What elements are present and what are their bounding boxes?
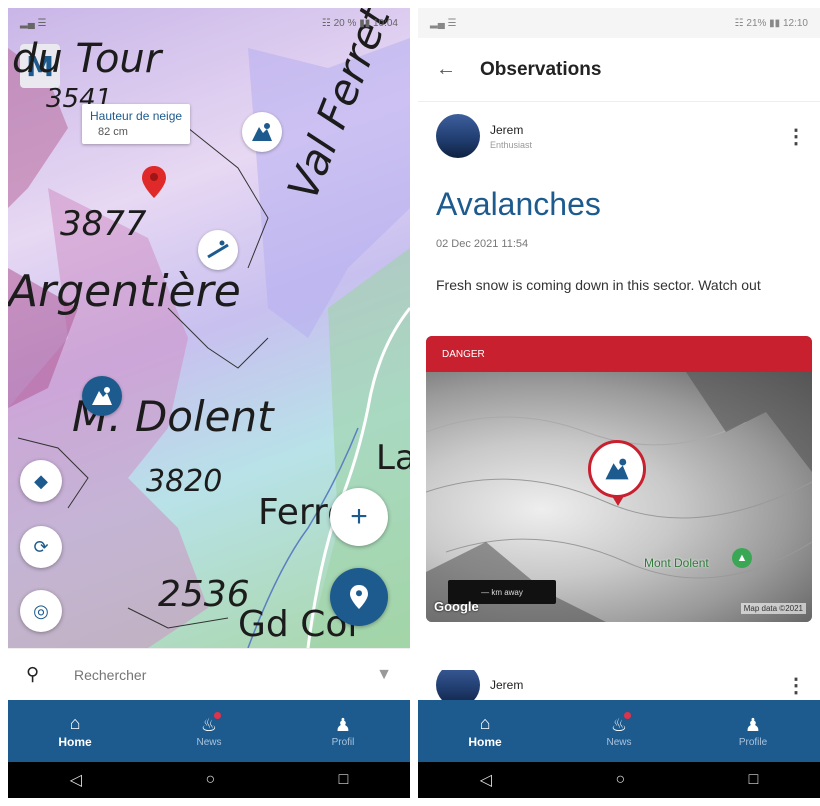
map-label-argentiere: Argentière [8, 266, 241, 317]
app-bar: ← Observations [418, 38, 820, 102]
ski-icon [207, 240, 229, 259]
filter-icon[interactable]: ▼ [376, 666, 392, 684]
post-header: Jerem Enthusiast ⋮ [436, 112, 806, 160]
signal-status: ▂▄ ☰ [20, 17, 47, 29]
notification-badge [214, 712, 222, 719]
tab-news[interactable]: ♨ News [142, 700, 276, 762]
tab-home-label: Home [468, 735, 502, 749]
avatar[interactable] [436, 670, 480, 700]
place-label: Mont Dolent [644, 556, 709, 570]
bottom-tab-bar: ⌂ Home ♨ News ♟ Profile [418, 700, 820, 762]
tab-profile-label: Profile [738, 736, 768, 748]
avalanche-icon [92, 387, 112, 405]
map-label-tour: du Tour [12, 36, 162, 82]
location-pin-icon[interactable] [142, 166, 166, 198]
tab-home-label: Home [58, 735, 92, 749]
tab-profile[interactable]: ♟ Profil [276, 700, 410, 762]
refresh-icon: ⟳ [33, 536, 49, 557]
topo-map[interactable]: M du Tour 3541 3877 Argentière Val Ferre… [8, 8, 410, 648]
home-icon: ⌂ [69, 713, 81, 733]
tab-news-label: News [196, 736, 222, 748]
search-input[interactable] [60, 666, 377, 683]
back-nav-icon[interactable]: ◁ [70, 770, 82, 790]
tab-news-label: News [606, 736, 632, 748]
refresh-button[interactable]: ⟳ [20, 526, 62, 568]
search-icon[interactable]: ⚲ [26, 664, 60, 685]
more-options-icon[interactable]: ⋮ [786, 673, 806, 698]
pin-icon [350, 585, 368, 609]
danger-map-card[interactable]: DANGER Mont Dolent ▲ — km away Google Ma… [426, 336, 812, 622]
danger-label: DANGER [426, 336, 812, 372]
marker-tip [612, 496, 624, 506]
avalanche-icon [605, 458, 629, 480]
person-icon: ♟ [744, 714, 762, 735]
snow-depth-value: 82 cm [98, 126, 128, 138]
avatar[interactable] [436, 114, 480, 158]
back-nav-icon[interactable]: ◁ [480, 770, 492, 790]
ski-marker[interactable] [198, 230, 238, 270]
map-screen: M du Tour 3541 3877 Argentière Val Ferre… [8, 8, 410, 798]
notification-badge [624, 712, 632, 719]
tab-profile[interactable]: ♟ Profile [686, 700, 820, 762]
tab-home[interactable]: ⌂ Home [418, 700, 552, 762]
post-text: Fresh snow is coming down in this sector… [436, 277, 761, 293]
plus-icon: + [350, 500, 368, 533]
google-logo: Google [434, 599, 479, 614]
status-bar: ▂▄ ☰ ☷ 21% ▮▮ 12:10 [418, 8, 820, 38]
battery-status: ☷ 21% ▮▮ 12:10 [734, 17, 808, 29]
bottom-tab-bar: ⌂ Home ♨ News ♟ Profil [8, 700, 410, 762]
tab-home[interactable]: ⌂ Home [8, 700, 142, 762]
home-nav-icon[interactable]: ○ [615, 771, 625, 789]
tab-profile-label: Profil [331, 736, 355, 748]
system-nav-bar: ◁ ○ □ [418, 762, 820, 798]
post-date: 02 Dec 2021 11:54 [436, 238, 529, 250]
map-label-alt: 3820 [146, 464, 223, 499]
home-nav-icon[interactable]: ○ [205, 771, 215, 789]
avalanche-icon [252, 123, 272, 141]
map-label-alt: 2536 [158, 574, 250, 615]
author-role: Enthusiast [490, 139, 533, 150]
post-title: Avalanches [436, 186, 601, 222]
avalanche-marker[interactable] [588, 440, 646, 498]
post-header: Jerem ⋮ [436, 670, 806, 700]
battery-status: ☷ 20 % ▮▮ 10:04 [321, 17, 398, 29]
my-location-button[interactable] [330, 568, 388, 626]
author-name[interactable]: Jerem [490, 123, 786, 137]
map-attribution[interactable]: Map data ©2021 [740, 603, 806, 614]
map-label-alt: 3877 [60, 204, 147, 244]
person-icon: ♟ [334, 714, 352, 735]
layers-icon: ◆ [34, 470, 48, 491]
author-name[interactable]: Jerem [490, 678, 786, 692]
snow-depth-title: Hauteur de neige [90, 109, 183, 123]
more-options-icon[interactable]: ⋮ [786, 124, 806, 149]
system-nav-bar: ◁ ○ □ [8, 762, 410, 798]
locate-button[interactable]: ◎ [20, 590, 62, 632]
back-arrow-icon[interactable]: ← [418, 58, 474, 81]
status-bar: ▂▄ ☰ ☷ 20 % ▮▮ 10:04 [8, 8, 410, 38]
signal-status: ▂▄ ☰ [430, 17, 457, 29]
observations-screen: ▂▄ ☰ ☷ 21% ▮▮ 12:10 ← Observations Jerem… [418, 8, 820, 798]
add-observation-button[interactable]: + [330, 488, 388, 546]
home-icon: ⌂ [479, 713, 491, 733]
avalanche-marker[interactable] [242, 112, 282, 152]
map-label-la: La [376, 438, 410, 478]
mountain-icon[interactable]: ▲ [732, 548, 752, 568]
snow-depth-popup[interactable]: Hauteur de neige 82 cm [82, 104, 191, 144]
terrain-map[interactable]: Mont Dolent ▲ — km away Google Map data … [426, 372, 812, 622]
recents-nav-icon[interactable]: □ [749, 771, 759, 789]
recents-nav-icon[interactable]: □ [339, 771, 349, 789]
crosshair-icon: ◎ [33, 600, 49, 621]
avalanche-marker[interactable] [82, 376, 122, 416]
tab-news[interactable]: ♨ News [552, 700, 686, 762]
search-bar: ⚲ ▼ [8, 648, 410, 700]
page-title: Observations [480, 58, 602, 80]
layers-button[interactable]: ◆ [20, 460, 62, 502]
